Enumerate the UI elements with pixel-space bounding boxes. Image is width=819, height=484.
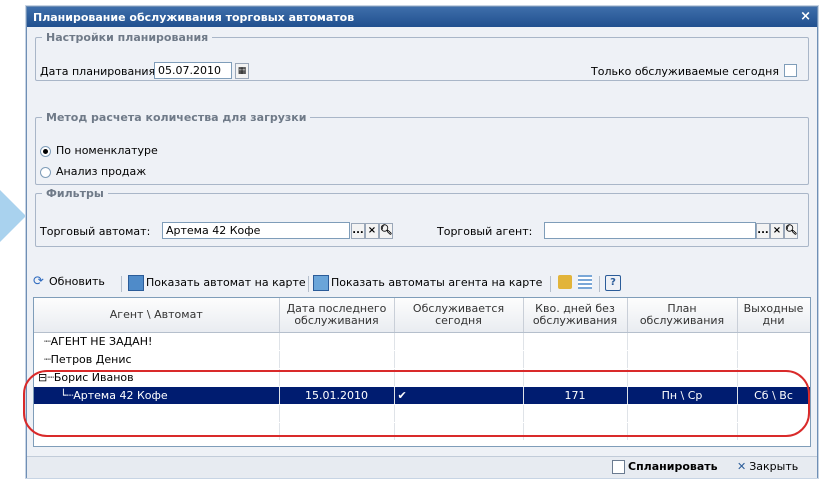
help-icon: ? xyxy=(605,275,621,291)
toolbar-separator xyxy=(599,276,600,292)
cell xyxy=(627,350,738,369)
col-days-without[interactable]: Кво. дней без обслуживания xyxy=(523,298,628,333)
filters-legend: Фильтры xyxy=(46,187,104,200)
cell xyxy=(523,350,628,369)
plan-button-label: Спланировать xyxy=(628,460,718,473)
show-agent-machines-label: Показать автоматы агента на карте xyxy=(331,276,543,289)
settings-button[interactable] xyxy=(558,275,574,289)
planning-dialog: Планирование обслуживания торговых автом… xyxy=(26,6,818,478)
close-icon[interactable]: × xyxy=(800,9,811,24)
window-title: Планирование обслуживания торговых автом… xyxy=(33,11,355,24)
cell xyxy=(394,332,524,351)
col-last-service[interactable]: Дата последнего обслуживания xyxy=(279,298,395,333)
wrench-icon xyxy=(558,275,572,289)
close-button-label: Закрыть xyxy=(749,460,799,473)
toolbar-separator xyxy=(550,276,551,292)
date-input[interactable]: 05.07.2010 xyxy=(154,62,232,79)
tree-node: └┈Артема 42 Кофе xyxy=(34,386,280,405)
date-label: Дата планирования: xyxy=(40,65,159,78)
grid-toolbar: ⟳ Обновить Показать автомат на карте Пока… xyxy=(33,273,813,295)
machine-input[interactable]: Артема 42 Кофе xyxy=(162,222,350,239)
refresh-icon: ⟳ xyxy=(33,274,44,289)
table-row-selected[interactable]: └┈Артема 42 Кофе 15.01.2010 ✔ 171 Пн \ С… xyxy=(34,386,810,405)
copy-icon xyxy=(612,460,625,474)
table-row[interactable] xyxy=(34,422,810,441)
map-icon xyxy=(128,275,144,291)
table-row[interactable]: ⊟┈Борис Иванов xyxy=(34,368,810,387)
col-serviced-today[interactable]: Обслуживается сегодня xyxy=(394,298,524,333)
radio-nomenclature[interactable] xyxy=(40,146,51,157)
dialog-footer: Спланировать ✕ Закрыть xyxy=(27,456,817,478)
cell xyxy=(737,350,810,369)
show-agent-machines-button[interactable]: Показать автоматы агента на карте xyxy=(313,275,542,291)
machines-grid[interactable]: Агент \ Автомат Дата последнего обслужив… xyxy=(33,297,811,447)
show-machine-label: Показать автомат на карте xyxy=(146,276,306,289)
show-machine-button[interactable]: Показать автомат на карте xyxy=(128,275,306,291)
cell xyxy=(394,368,524,387)
radio-nomenclature-label: По номенклатуре xyxy=(56,144,158,157)
cell xyxy=(394,350,524,369)
agent-clear-button[interactable]: × xyxy=(770,223,784,239)
table-row[interactable]: ┈АГЕНТ НЕ ЗАДАН! xyxy=(34,332,810,351)
planning-settings-legend: Настройки планирования xyxy=(46,31,209,44)
only-today-checkbox[interactable] xyxy=(784,64,797,77)
cell xyxy=(279,350,395,369)
cell xyxy=(523,368,628,387)
col-agent-machine[interactable]: Агент \ Автомат xyxy=(34,298,280,333)
decorative-arrow xyxy=(0,190,26,242)
cell: Пн \ Ср xyxy=(627,386,738,405)
radio-sales-analysis-label: Анализ продаж xyxy=(56,165,147,178)
tree-node: ┈Петров Денис xyxy=(34,350,280,369)
cell: Сб \ Вс xyxy=(737,386,810,405)
cell xyxy=(279,332,395,351)
agent-input[interactable] xyxy=(544,222,756,239)
toolbar-separator xyxy=(121,276,122,292)
cell xyxy=(627,332,738,351)
columns-icon xyxy=(578,275,592,289)
close-button[interactable]: ✕ Закрыть xyxy=(737,460,798,473)
tree-node: ┈АГЕНТ НЕ ЗАДАН! xyxy=(34,332,280,351)
tree-node: ⊟┈Борис Иванов xyxy=(34,368,280,387)
machine-clear-button[interactable]: × xyxy=(365,223,379,239)
close-x-icon: ✕ xyxy=(737,460,747,473)
table-row[interactable]: ┈Петров Денис xyxy=(34,350,810,369)
table-row[interactable] xyxy=(34,404,810,423)
grid-header-row: Агент \ Автомат Дата последнего обслужив… xyxy=(34,298,810,333)
cell xyxy=(737,332,810,351)
radio-sales-analysis[interactable] xyxy=(40,167,51,178)
col-days-off[interactable]: Выходные дни xyxy=(737,298,810,333)
calendar-icon[interactable]: ▦ xyxy=(235,63,249,79)
machine-label: Торговый автомат: xyxy=(40,225,151,238)
agent-label: Торговый агент: xyxy=(437,225,533,238)
plan-button[interactable]: Спланировать xyxy=(612,460,718,474)
cell xyxy=(279,368,395,387)
cell xyxy=(523,332,628,351)
refresh-button[interactable]: ⟳ Обновить xyxy=(33,275,105,289)
filters-group: Фильтры Торговый автомат: Артема 42 Кофе… xyxy=(35,187,809,247)
columns-button[interactable] xyxy=(578,275,594,289)
machine-browse-button[interactable]: ... xyxy=(351,223,365,239)
refresh-label: Обновить xyxy=(49,275,105,288)
agent-browse-button[interactable]: ... xyxy=(756,223,770,239)
planning-settings-group: Настройки планирования Дата планирования… xyxy=(35,31,809,81)
only-today-label: Только обслуживаемые сегодня xyxy=(591,65,779,78)
title-bar: Планирование обслуживания торговых автом… xyxy=(27,7,817,27)
agent-search-icon[interactable]: 🔍︎ xyxy=(784,223,798,239)
map-multiple-icon xyxy=(313,275,329,291)
toolbar-separator xyxy=(308,276,309,292)
check-icon: ✔ xyxy=(394,386,524,405)
cell xyxy=(737,368,810,387)
cell: 15.01.2010 xyxy=(279,386,395,405)
col-plan[interactable]: План обслуживания xyxy=(627,298,738,333)
cell xyxy=(627,368,738,387)
cell: 171 xyxy=(523,386,628,405)
machine-search-icon[interactable]: 🔍︎ xyxy=(379,223,393,239)
method-group: Метод расчета количества для загрузки По… xyxy=(35,111,809,185)
help-button[interactable]: ? xyxy=(605,275,623,291)
method-legend: Метод расчета количества для загрузки xyxy=(46,111,307,124)
